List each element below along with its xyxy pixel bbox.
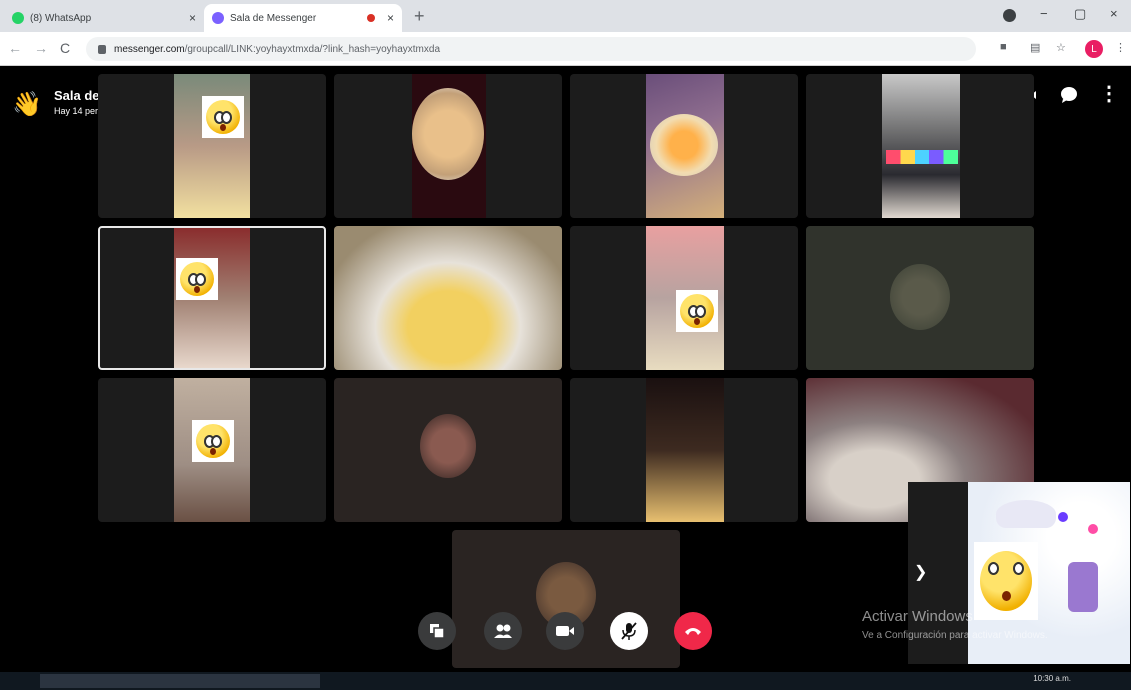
screen: (8) WhatsApp × Sala de Messenger × + − ▢… (0, 0, 1131, 690)
emoji-face-overlay-icon (176, 258, 218, 300)
recording-indicator-icon (366, 14, 375, 22)
switch-view-button[interactable] (418, 612, 456, 650)
emoji-face-overlay-icon (676, 290, 718, 332)
group-call-area: 👋 Sala de Liz Hay 14 personas ⋮ ❯ Activa… (0, 66, 1131, 690)
participant-avatar (420, 414, 476, 478)
participant-tile-selected[interactable] (98, 226, 326, 370)
end-call-button[interactable] (674, 612, 712, 650)
camera-button[interactable] (546, 612, 584, 650)
emoji-face-overlay-icon (202, 96, 244, 138)
media-control-icon[interactable] (1003, 9, 1016, 22)
participant-avatar (890, 264, 950, 330)
more-options-icon[interactable]: ⋮ (1098, 82, 1120, 105)
tiara-decoration (996, 500, 1056, 528)
confetti-dot (1088, 524, 1098, 534)
tab-whatsapp[interactable]: (8) WhatsApp × (4, 4, 204, 32)
chevron-right-icon[interactable]: ❯ (914, 562, 927, 582)
wave-hand-icon: 👋 (12, 91, 42, 118)
cartoon-sticker (1068, 562, 1098, 612)
close-tab-icon[interactable]: × (387, 11, 394, 25)
address-bar-row: ← → C messenger.com /groupcall/LINK:yoyh… (0, 32, 1131, 66)
confetti-dot (1058, 512, 1068, 522)
participant-tile[interactable] (334, 226, 562, 370)
chat-icon[interactable] (1058, 84, 1080, 106)
forward-button[interactable]: → (34, 40, 48, 56)
taskbar-clock: 10:30 a.m. (1033, 674, 1071, 683)
browser-menu-icon[interactable]: ⋮ (1115, 41, 1126, 54)
minimize-button[interactable]: − (1040, 6, 1048, 21)
lock-icon (98, 44, 106, 54)
mute-button[interactable] (610, 612, 648, 650)
taskbar-search-input[interactable] (40, 674, 320, 688)
close-window-button[interactable]: × (1110, 6, 1118, 21)
food-plate-image (412, 88, 484, 180)
balloons-decoration (886, 150, 958, 164)
url-path: /groupcall/LINK:yoyhayxtmxda/?link_hash=… (184, 43, 441, 55)
whatsapp-favicon-icon (12, 12, 24, 24)
emoji-face-overlay-icon (192, 420, 234, 462)
tab-messenger[interactable]: Sala de Messenger × (204, 4, 402, 32)
participant-tile[interactable] (334, 378, 562, 522)
participant-tile[interactable] (570, 378, 798, 522)
reload-button[interactable]: C (60, 40, 70, 56)
participant-tile[interactable] (570, 74, 798, 218)
participant-tile[interactable] (570, 226, 798, 370)
participant-tile[interactable] (98, 378, 326, 522)
back-button[interactable]: ← (8, 40, 22, 56)
url-field[interactable]: messenger.com /groupcall/LINK:yoyhayxtmx… (86, 37, 976, 61)
participant-tile[interactable] (806, 226, 1034, 370)
translate-extension-icon[interactable]: ▤ (1030, 41, 1040, 54)
bookmark-star-icon[interactable]: ☆ (1056, 41, 1066, 54)
participants-button[interactable] (484, 612, 522, 650)
tab-title: (8) WhatsApp (30, 12, 92, 24)
food-plate-image (650, 114, 718, 176)
tab-title: Sala de Messenger (230, 12, 317, 24)
windows-activation-subtext: Ve a Configuración para activar Windows. (862, 630, 1048, 641)
profile-avatar[interactable]: L (1085, 40, 1103, 58)
participant-video (646, 378, 724, 522)
emoji-face-overlay-icon (974, 542, 1038, 620)
participant-video (334, 226, 562, 370)
participant-video (882, 74, 960, 218)
participant-tile[interactable] (334, 74, 562, 218)
url-host: messenger.com (114, 43, 185, 55)
close-tab-icon[interactable]: × (189, 11, 196, 25)
new-tab-button[interactable]: + (414, 6, 425, 27)
browser-tab-strip: (8) WhatsApp × Sala de Messenger × + − ▢… (0, 0, 1131, 32)
windows-taskbar: 10:30 a.m. (0, 672, 1131, 690)
windows-activation-watermark: Activar Windows (862, 608, 973, 625)
maximize-button[interactable]: ▢ (1074, 6, 1086, 22)
camera-extension-icon[interactable]: ■ (1000, 41, 1007, 53)
participant-tile[interactable] (98, 74, 326, 218)
participant-tile[interactable] (806, 74, 1034, 218)
messenger-favicon-icon (212, 12, 224, 24)
